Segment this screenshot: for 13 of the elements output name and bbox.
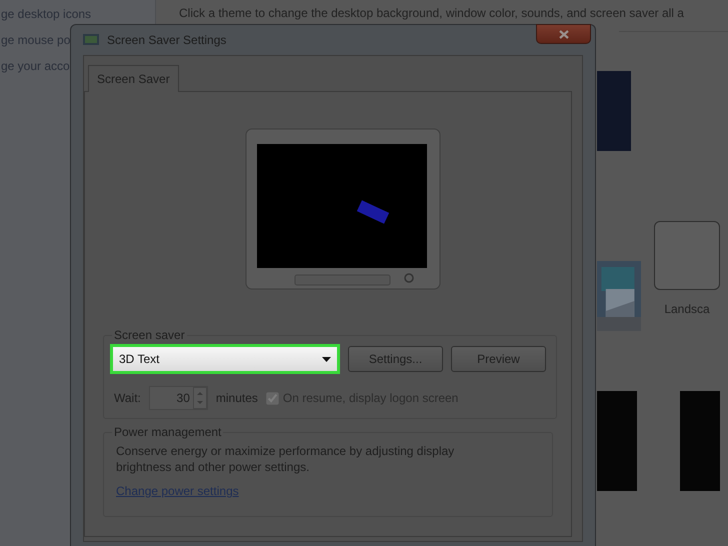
settings-button[interactable]: Settings... xyxy=(348,346,443,372)
caret-icon xyxy=(322,356,331,362)
window-title: Screen Saver Settings xyxy=(107,33,226,47)
spin-arrows-icon xyxy=(192,387,207,409)
theme-thumbnail[interactable] xyxy=(680,391,720,491)
theme-thumbnail[interactable] xyxy=(597,391,637,491)
theme-thumbnail[interactable] xyxy=(597,71,631,151)
theme-thumbnail[interactable] xyxy=(654,221,720,290)
close-icon xyxy=(558,30,568,38)
close-button[interactable] xyxy=(536,24,591,44)
preview-button[interactable]: Preview xyxy=(451,346,546,372)
app-icon xyxy=(83,33,99,47)
screen-saver-dropdown[interactable]: 3D Text xyxy=(110,344,340,374)
